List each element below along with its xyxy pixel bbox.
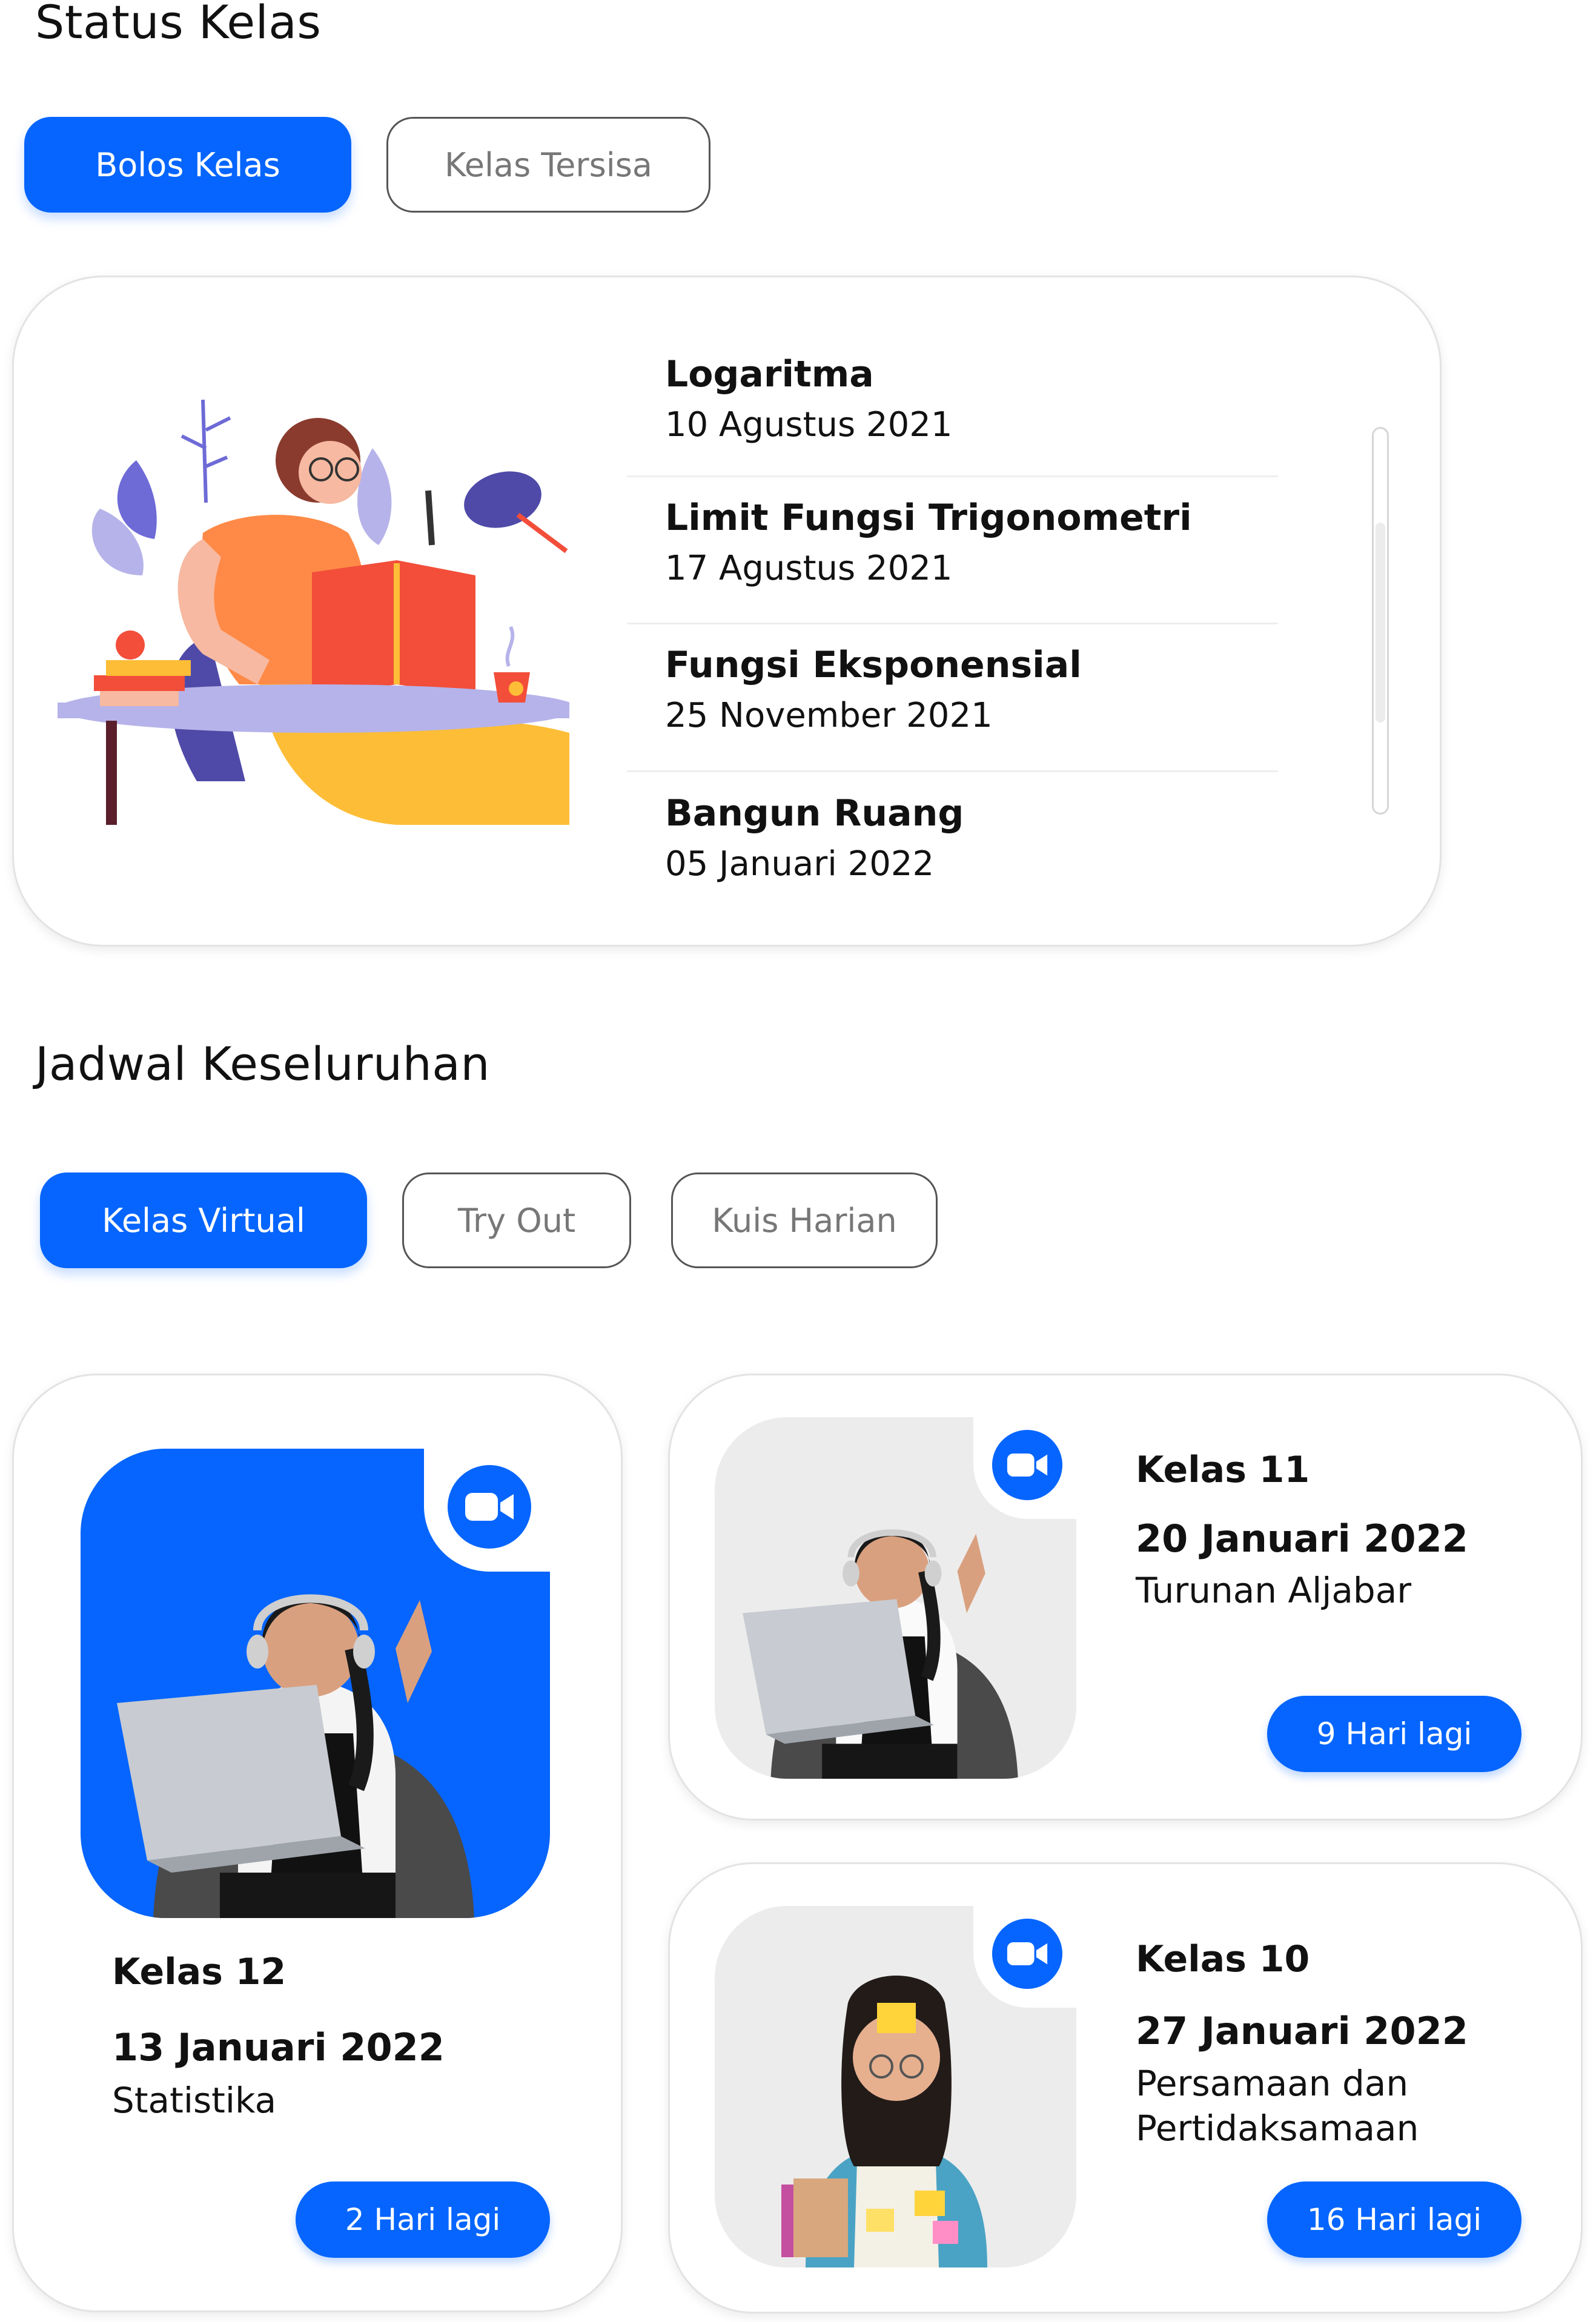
tab-bolos-kelas[interactable]: Bolos Kelas xyxy=(24,117,351,213)
status-item-title: Bangun Ruang xyxy=(665,792,964,835)
zoom-badge xyxy=(424,1441,554,1572)
status-kelas-heading: Status Kelas xyxy=(35,0,322,49)
countdown-button[interactable]: 9 Hari lagi xyxy=(1267,1696,1521,1772)
countdown-button[interactable]: 16 Hari lagi xyxy=(1267,2181,1521,2258)
status-item-title: Logaritma xyxy=(665,353,874,395)
status-item-title: Limit Fungsi Trigonometri xyxy=(665,497,1192,539)
countdown-button[interactable]: 2 Hari lagi xyxy=(296,2181,550,2258)
card-kelas: Kelas 12 xyxy=(112,1951,286,1993)
status-item-date: 10 Agustus 2021 xyxy=(665,405,953,445)
card-kelas: Kelas 11 xyxy=(1136,1449,1310,1491)
scrollbar-track[interactable] xyxy=(1372,427,1389,815)
status-item-date: 17 Agustus 2021 xyxy=(665,549,953,588)
card-topic: Pertidaksamaan xyxy=(1136,2108,1419,2149)
zoom-video-icon xyxy=(992,1919,1062,1989)
card-topic: Statistika xyxy=(112,2080,277,2121)
tab-kelas-tersisa[interactable]: Kelas Tersisa xyxy=(386,117,710,213)
divider xyxy=(627,770,1278,772)
tab-try-out[interactable]: Try Out xyxy=(402,1173,631,1268)
zoom-badge xyxy=(973,1411,1081,1519)
status-item[interactable]: Fungsi Eksponensial 25 November 2021 xyxy=(665,647,1277,733)
status-item[interactable]: Limit Fungsi Trigonometri 17 Agustus 202… xyxy=(665,500,1277,586)
jadwal-heading: Jadwal Keseluruhan xyxy=(35,1037,491,1091)
card-date: 13 Januari 2022 xyxy=(112,2025,445,2069)
card-topic: Turunan Aljabar xyxy=(1136,1570,1412,1611)
tab-kuis-harian[interactable]: Kuis Harian xyxy=(671,1173,938,1268)
status-item-date: 25 November 2021 xyxy=(665,696,993,735)
tab-kelas-virtual[interactable]: Kelas Virtual xyxy=(40,1173,367,1268)
card-kelas: Kelas 10 xyxy=(1136,1938,1310,1980)
status-item-title: Fungsi Eksponensial xyxy=(665,644,1082,686)
card-date: 20 Januari 2022 xyxy=(1136,1517,1468,1561)
study-illustration xyxy=(58,394,578,825)
scrollbar-thumb[interactable] xyxy=(1376,523,1385,723)
zoom-video-icon xyxy=(992,1430,1062,1500)
status-item-date: 05 Januari 2022 xyxy=(665,844,935,884)
card-topic: Persamaan dan xyxy=(1136,2063,1409,2104)
zoom-video-icon xyxy=(447,1464,531,1549)
status-item[interactable]: Logaritma 10 Agustus 2021 xyxy=(665,356,1277,442)
card-date: 27 Januari 2022 xyxy=(1136,2009,1468,2053)
divider xyxy=(627,475,1278,477)
divider xyxy=(627,623,1278,624)
zoom-badge xyxy=(973,1900,1081,2008)
status-item[interactable]: Bangun Ruang 05 Januari 2022 xyxy=(665,795,1277,881)
